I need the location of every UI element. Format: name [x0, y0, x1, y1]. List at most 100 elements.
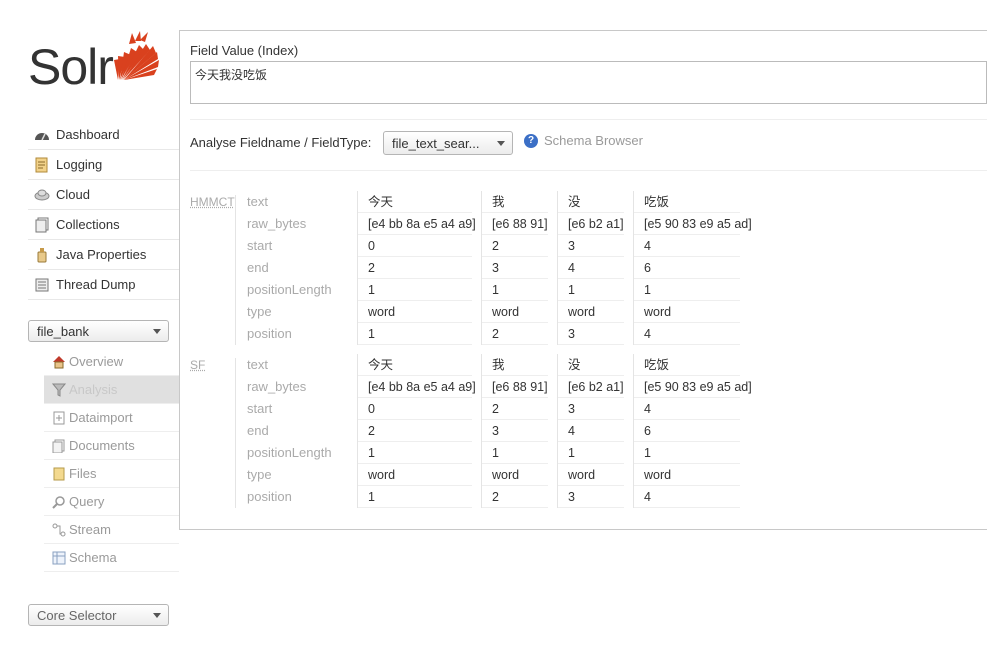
core-menu-item-dataimport[interactable]: Dataimport	[44, 404, 179, 432]
logo-text: Solr	[28, 39, 114, 95]
divider	[190, 170, 987, 171]
token-position: 1	[358, 486, 472, 508]
token-text: 我	[482, 354, 548, 376]
nav-item-label: Java Properties	[56, 247, 147, 262]
overview-icon	[52, 355, 66, 369]
token-position: 3	[558, 323, 624, 345]
nav-item-logging[interactable]: Logging	[28, 150, 179, 180]
core-menu-label: Schema	[69, 550, 117, 565]
solr-logo[interactable]: Solr	[28, 28, 160, 98]
nav-item-cloud[interactable]: Cloud	[28, 180, 179, 210]
token-raw_bytes: [e6 b2 a1]	[558, 213, 624, 235]
core-dropdown-value: file_bank	[37, 323, 90, 339]
schema-browser-link[interactable]: ? Schema Browser	[524, 133, 643, 148]
stream-icon	[52, 523, 66, 537]
core-menu-item-documents[interactable]: Documents	[44, 432, 179, 460]
nav-item-label: Logging	[56, 157, 103, 172]
core-menu: Overview Analysis Dataimport Documents Files…	[44, 348, 179, 572]
token-positionlength: 1	[634, 279, 740, 301]
token-type: word	[634, 301, 740, 323]
nav-item-thread-dump[interactable]: Thread Dump	[28, 270, 179, 300]
documents-icon	[52, 439, 66, 453]
dataimport-icon	[52, 411, 66, 425]
nav-item-java-properties[interactable]: Java Properties	[28, 240, 179, 270]
collections-icon	[34, 217, 50, 233]
token-text: 今天	[358, 354, 472, 376]
row-label: raw_bytes	[247, 216, 307, 231]
token-end: 2	[358, 420, 472, 442]
token-type: word	[358, 301, 472, 323]
token-raw_bytes: [e5 90 83 e9 a5 ad]	[634, 376, 752, 398]
fieldtype-value: file_text_sear...	[392, 135, 480, 151]
core-menu-item-overview[interactable]: Overview	[44, 348, 179, 376]
chevron-down-icon	[153, 328, 161, 334]
token-type: word	[482, 301, 548, 323]
core-menu-item-analysis[interactable]: Analysis	[44, 376, 179, 404]
token-text: 没	[558, 354, 624, 376]
analysis-panel: Field Value (Index) 今天我没吃饭 Analyse Field…	[179, 30, 987, 530]
token-text: 吃饭	[634, 191, 740, 213]
core-menu-label: Documents	[69, 438, 135, 453]
token-raw_bytes: [e6 88 91]	[482, 213, 548, 235]
nav-item-label: Cloud	[56, 187, 90, 202]
nav-item-dashboard[interactable]: Dashboard	[28, 120, 179, 150]
token-start: 2	[482, 398, 548, 420]
chevron-down-icon	[497, 140, 505, 146]
nav-item-label: Collections	[56, 217, 120, 232]
core-dropdown[interactable]: file_bank	[28, 320, 169, 342]
core-menu-item-stream[interactable]: Stream	[44, 516, 179, 544]
token-type: word	[558, 301, 624, 323]
token-start: 4	[634, 235, 740, 257]
java-icon	[34, 247, 50, 263]
token-start: 3	[558, 235, 624, 257]
core-menu-item-schema[interactable]: Schema	[44, 544, 179, 572]
token-end: 4	[558, 420, 624, 442]
token-positionlength: 1	[482, 442, 548, 464]
schema-icon	[52, 551, 66, 565]
token-column: 没 [e6 b2 a1] 3 4 1 word 3	[557, 191, 634, 345]
core-menu-label: Overview	[69, 354, 124, 369]
row-label: type	[247, 467, 272, 482]
token-raw_bytes: [e5 90 83 e9 a5 ad]	[634, 213, 752, 235]
analyzer-name[interactable]: SF	[190, 358, 236, 508]
chevron-down-icon	[153, 612, 161, 618]
token-end: 6	[634, 420, 740, 442]
nav-item-collections[interactable]: Collections	[28, 210, 179, 240]
token-text: 今天	[358, 191, 472, 213]
divider	[190, 119, 987, 120]
core-menu-item-files[interactable]: Files	[44, 460, 179, 488]
solr-sun-icon	[114, 31, 159, 80]
token-positionlength: 1	[558, 279, 624, 301]
token-raw_bytes: [e4 bb 8a e5 a4 a9]	[358, 213, 476, 235]
token-raw_bytes: [e6 b2 a1]	[558, 376, 624, 398]
row-labels: text raw_bytes start end positionLength type p…	[247, 191, 357, 345]
token-end: 3	[482, 257, 548, 279]
row-label: raw_bytes	[247, 379, 307, 394]
token-end: 3	[482, 420, 548, 442]
token-position: 2	[482, 323, 548, 345]
row-label: positionLength	[247, 445, 332, 460]
fieldtype-dropdown[interactable]: file_text_sear...	[383, 131, 513, 155]
row-label: start	[247, 238, 273, 253]
token-positionlength: 1	[358, 442, 472, 464]
analyzer-name[interactable]: HMMCT	[190, 195, 236, 345]
token-column: 我 [e6 88 91] 2 3 1 word 2	[481, 354, 558, 508]
token-type: word	[634, 464, 740, 486]
token-position: 1	[358, 323, 472, 345]
row-label: positionLength	[247, 282, 332, 297]
row-label: position	[247, 489, 292, 504]
token-text: 吃饭	[634, 354, 740, 376]
token-start: 2	[482, 235, 548, 257]
token-text: 没	[558, 191, 624, 213]
token-column: 今天 [e4 bb 8a e5 a4 a9] 0 2 1 word 1	[357, 354, 482, 508]
row-label: type	[247, 304, 272, 319]
token-positionlength: 1	[558, 442, 624, 464]
thread-dump-icon	[34, 277, 50, 293]
token-raw_bytes: [e6 88 91]	[482, 376, 548, 398]
core-selector-dropdown[interactable]: Core Selector	[28, 604, 169, 626]
core-menu-item-query[interactable]: Query	[44, 488, 179, 516]
row-label: position	[247, 326, 292, 341]
field-value-input[interactable]: 今天我没吃饭	[190, 61, 987, 104]
core-menu-label: Stream	[69, 522, 111, 537]
token-text: 我	[482, 191, 548, 213]
